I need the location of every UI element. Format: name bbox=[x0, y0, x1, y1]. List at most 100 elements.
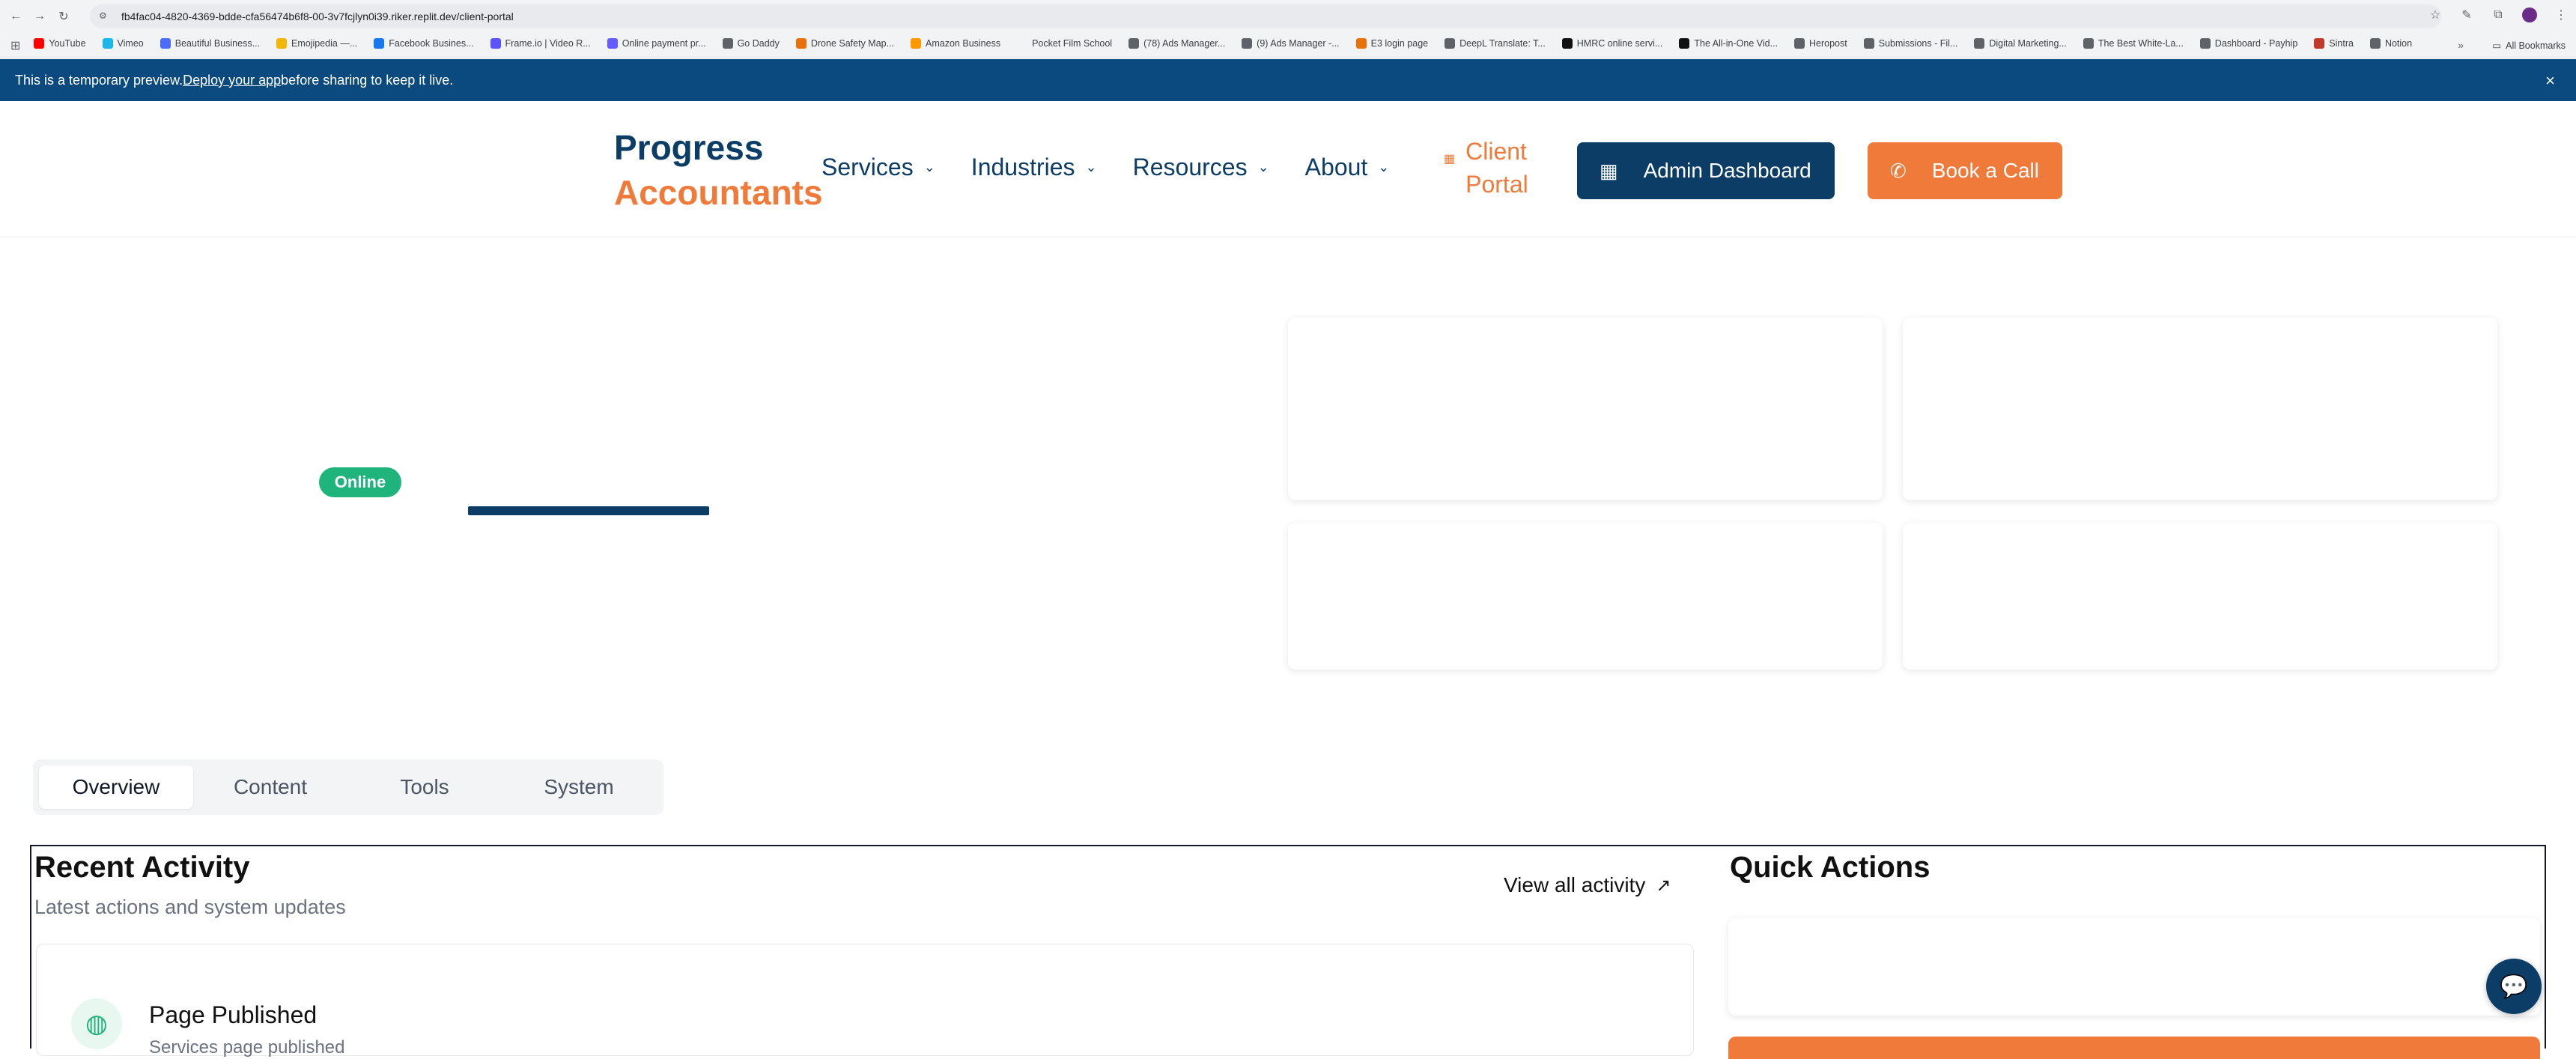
quick-action-button[interactable] bbox=[1728, 1037, 2540, 1059]
progress-bar bbox=[468, 506, 709, 515]
bookmark-favicon-icon bbox=[160, 38, 171, 49]
bookmark-label: Beautiful Business... bbox=[174, 38, 261, 49]
nav-resources[interactable]: Resources ⌄ bbox=[1133, 154, 1269, 181]
nav-services[interactable]: Services ⌄ bbox=[821, 154, 935, 181]
logo[interactable]: Progress Accountants bbox=[614, 125, 823, 215]
bookmark-item[interactable]: Heropost bbox=[1794, 38, 1847, 49]
extensions-icon[interactable]: ⧉ bbox=[2491, 7, 2506, 22]
bookmark-favicon-icon bbox=[1863, 38, 1874, 49]
nav-about[interactable]: About ⌄ bbox=[1305, 154, 1390, 181]
activity-description: Services page published bbox=[149, 1037, 345, 1058]
bookmark-item[interactable]: Frame.io | Video R... bbox=[490, 38, 591, 49]
all-bookmarks[interactable]: ▭ All Bookmarks bbox=[2492, 40, 2566, 52]
bookmark-list: YouTube Vimeo Beautiful Business... Emojipe… bbox=[34, 38, 2428, 52]
more-bookmarks-icon[interactable]: » bbox=[2458, 39, 2464, 51]
bookmark-label: (78) Ads Manager... bbox=[1143, 38, 1226, 49]
bookmark-item[interactable]: Go Daddy bbox=[722, 38, 780, 49]
site-info-icon[interactable]: ⚙ bbox=[99, 10, 111, 22]
view-all-activity-link[interactable]: View all activity ↗ bbox=[1504, 873, 1671, 897]
bookmark-item[interactable]: E3 login page bbox=[1355, 38, 1429, 49]
back-icon[interactable]: ← bbox=[7, 8, 24, 25]
bookmark-label: The Best White-La... bbox=[2097, 38, 2184, 49]
banner-prefix: This is a temporary preview. bbox=[15, 72, 183, 88]
client-portal-label: Client Portal bbox=[1465, 138, 1528, 198]
profile-avatar[interactable] bbox=[2522, 7, 2537, 22]
bookmark-item[interactable]: The All-in-One Vid... bbox=[1679, 38, 1778, 49]
tab-tools[interactable]: Tools bbox=[347, 765, 502, 809]
bookmark-label: Facebook Busines... bbox=[389, 38, 474, 49]
bookmark-item[interactable]: HMRC online servi... bbox=[1561, 38, 1663, 49]
tab-content[interactable]: Content bbox=[193, 765, 347, 809]
bookmark-favicon-icon bbox=[1445, 38, 1456, 49]
preview-banner: This is a temporary preview. Deploy your… bbox=[0, 59, 2576, 101]
forward-icon[interactable]: → bbox=[31, 8, 48, 25]
chevron-down-icon: ⌄ bbox=[1257, 160, 1269, 175]
stat-card bbox=[1903, 523, 2497, 670]
dashboard-grid-icon: ▦ bbox=[1600, 159, 1618, 182]
bookmark-label: Frame.io | Video R... bbox=[505, 38, 591, 49]
bookmark-item[interactable]: DeepL Translate: T... bbox=[1445, 38, 1546, 49]
bookmark-item[interactable]: Submissions - Fil... bbox=[1863, 38, 1957, 49]
logo-line-2: Accountants bbox=[614, 173, 823, 212]
apps-grid-icon[interactable]: ⊞ bbox=[10, 38, 20, 53]
bookmark-item[interactable]: Online payment pr... bbox=[607, 38, 706, 49]
bookmark-item[interactable]: (9) Ads Manager -... bbox=[1242, 38, 1340, 49]
deploy-link[interactable]: Deploy your app bbox=[183, 73, 281, 88]
chevron-down-icon: ⌄ bbox=[923, 160, 935, 175]
address-bar[interactable]: ⚙ fb4fac04-4820-4369-bdde-cfa56474b6f8-0… bbox=[90, 4, 2441, 28]
bookmark-item[interactable]: (78) Ads Manager... bbox=[1128, 38, 1225, 49]
client-portal-link[interactable]: ▦ Client Portal bbox=[1444, 135, 1555, 201]
admin-dashboard-label: Admin Dashboard bbox=[1643, 159, 1811, 182]
bookmark-item[interactable]: Drone Safety Map... bbox=[795, 38, 894, 49]
status-badge: Online bbox=[319, 467, 401, 497]
globe-icon: ◍ bbox=[71, 998, 122, 1049]
bookmark-label: Online payment pr... bbox=[622, 38, 706, 49]
bookmark-item[interactable]: Emojipedia —... bbox=[276, 38, 357, 49]
book-call-button[interactable]: ✆ Book a Call bbox=[1868, 142, 2062, 199]
bookmark-item[interactable]: Digital Marketing... bbox=[1974, 38, 2067, 49]
quick-actions-title: Quick Actions bbox=[1730, 851, 1931, 884]
bookmark-favicon-icon bbox=[276, 38, 288, 49]
tab-system[interactable]: System bbox=[502, 765, 656, 809]
view-all-label: View all activity bbox=[1504, 873, 1646, 896]
portal-icon: ▦ bbox=[1444, 153, 1456, 166]
bookmark-item[interactable]: Pocket Film School bbox=[1017, 38, 1112, 49]
bookmark-item[interactable]: Amazon Business bbox=[911, 38, 1000, 49]
nav-industries[interactable]: Industries ⌄ bbox=[971, 154, 1097, 181]
chat-button[interactable]: 💬 bbox=[2486, 959, 2542, 1014]
quick-action-card[interactable] bbox=[1728, 918, 2540, 1016]
bookmark-item[interactable]: Facebook Busines... bbox=[374, 38, 474, 49]
bookmark-star-icon[interactable]: ☆ bbox=[2428, 7, 2443, 22]
bookmark-label: E3 login page bbox=[1370, 38, 1429, 49]
bookmark-label: HMRC online servi... bbox=[1576, 38, 1663, 49]
bookmark-favicon-icon bbox=[722, 38, 733, 49]
bookmark-favicon-icon bbox=[2369, 38, 2381, 49]
bookmark-item[interactable]: The Best White-La... bbox=[2083, 38, 2184, 49]
bookmark-favicon-icon bbox=[34, 38, 45, 49]
nav-label: About bbox=[1304, 154, 1368, 180]
nav-label: Resources bbox=[1132, 154, 1248, 180]
close-icon[interactable]: × bbox=[2545, 71, 2555, 91]
phone-icon: ✆ bbox=[1890, 159, 1907, 182]
site-header: Progress Accountants Services ⌄ Industrie… bbox=[0, 101, 2576, 237]
bookmark-item[interactable]: Sintra bbox=[2314, 38, 2354, 49]
bookmark-item[interactable]: YouTube bbox=[34, 38, 86, 49]
menu-icon[interactable]: ⋮ bbox=[2554, 7, 2569, 22]
tab-overview[interactable]: Overview bbox=[39, 765, 193, 809]
bookmark-item[interactable]: Beautiful Business... bbox=[160, 38, 260, 49]
bookmark-item[interactable]: Notion bbox=[2369, 38, 2412, 49]
bookmark-favicon-icon bbox=[607, 38, 618, 49]
bookmark-label: YouTube bbox=[49, 38, 86, 49]
bookmark-label: Amazon Business bbox=[926, 38, 1001, 49]
bookmark-label: The All-in-One Vid... bbox=[1694, 38, 1778, 49]
bookmark-favicon-icon bbox=[1355, 38, 1367, 49]
browser-toolbar: ← → ↻ ⚙ fb4fac04-4820-4369-bdde-cfa56474… bbox=[0, 0, 2576, 33]
stat-card bbox=[1288, 523, 1883, 670]
admin-dashboard-button[interactable]: ▦ Admin Dashboard bbox=[1577, 142, 1835, 199]
reload-icon[interactable]: ↻ bbox=[55, 8, 72, 25]
bookmark-item[interactable]: Vimeo bbox=[102, 38, 144, 49]
bookmark-favicon-icon bbox=[1242, 38, 1253, 49]
pen-icon[interactable]: ✎ bbox=[2459, 7, 2474, 22]
bookmark-item[interactable]: Dashboard - Payhip bbox=[2199, 38, 2297, 49]
bookmark-favicon-icon bbox=[2199, 38, 2211, 49]
